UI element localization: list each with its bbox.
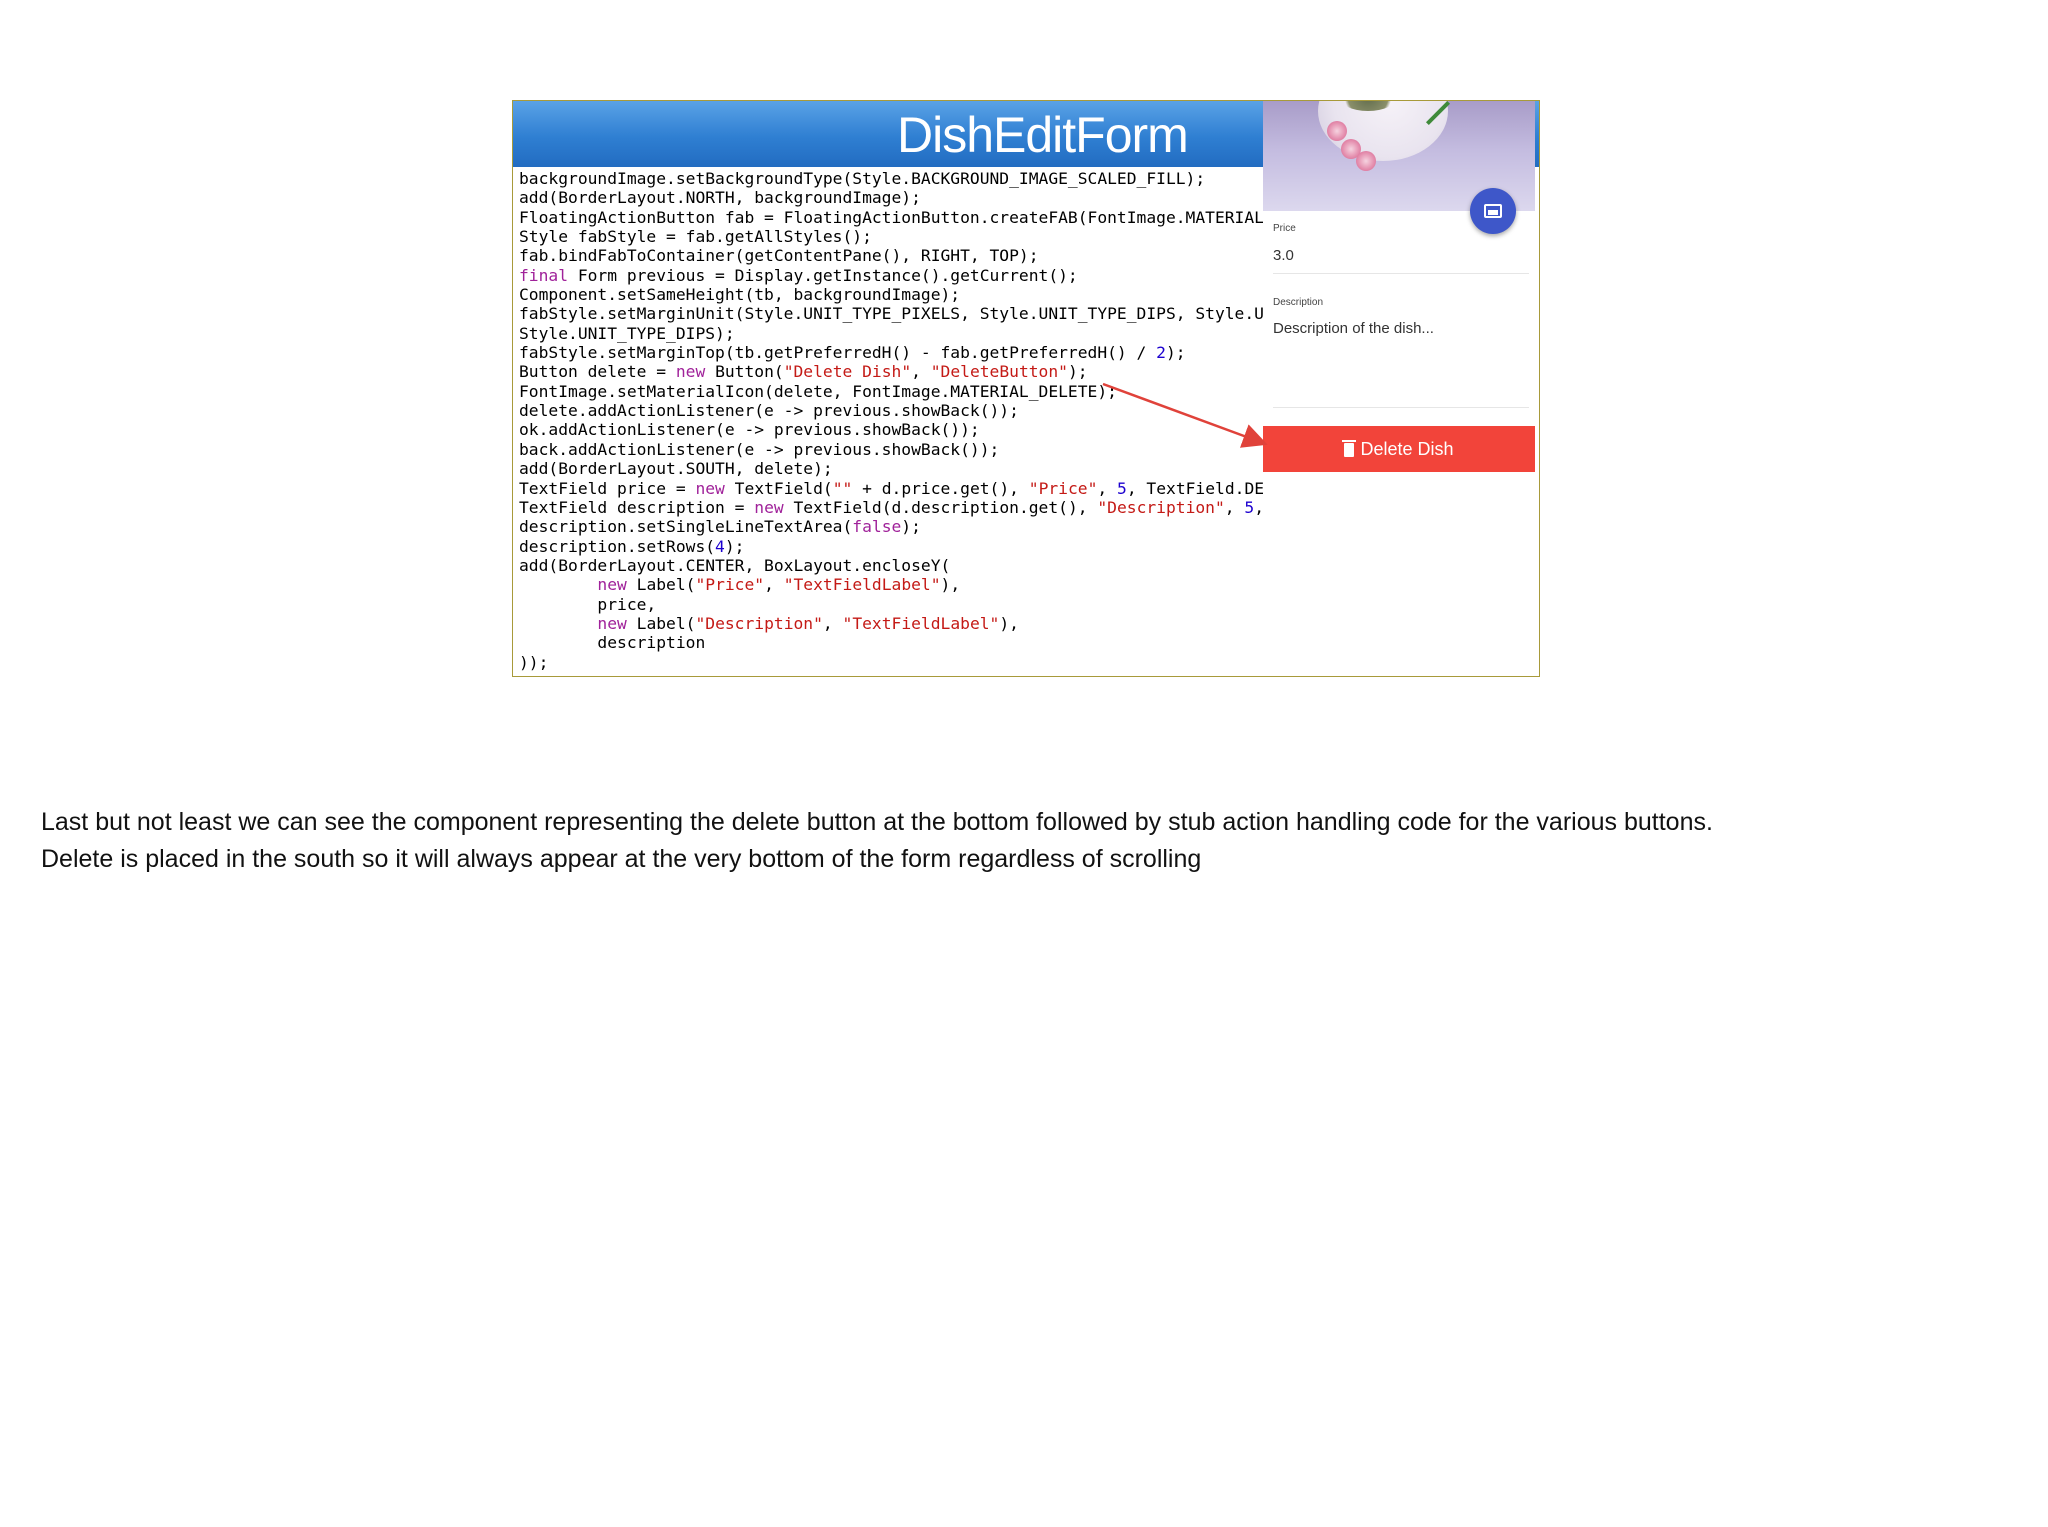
- code-token: + d.price.get(),: [852, 478, 1029, 498]
- code-token: 4: [715, 536, 725, 556]
- code-token: ,: [1097, 478, 1117, 498]
- code-token: back.addActionListener(e -> previous.sho…: [519, 439, 1000, 459]
- code-token: Label(: [626, 575, 696, 595]
- code-token: TextField description =: [519, 497, 755, 517]
- slide-title: DishEditForm: [897, 107, 1189, 163]
- code-token: "DeleteButton": [930, 362, 1068, 382]
- code-token: ),: [999, 613, 1019, 633]
- code-token: fabStyle.setMarginTop(tb.getPreferredH()…: [519, 343, 1157, 363]
- code-token: Button(: [705, 362, 784, 382]
- code-token: "TextFieldLabel": [783, 575, 941, 595]
- code-token: Style fabStyle = fab.getAllStyles();: [519, 227, 872, 247]
- code-token: );: [901, 517, 921, 537]
- price-label: Price: [1273, 223, 1296, 234]
- code-token: ,: [822, 613, 843, 633]
- code-token: FontImage.setMaterialIcon(delete, FontIm…: [519, 381, 1117, 401]
- code-token: ),: [940, 575, 961, 595]
- code-token: new: [754, 497, 784, 517]
- code-token: description: [519, 633, 706, 653]
- code-token: "Price": [1028, 478, 1098, 498]
- trash-icon: [1342, 440, 1357, 457]
- slide-caption: Last but not least we can see the compon…: [41, 804, 2001, 878]
- code-token: );: [724, 536, 745, 556]
- delete-dish-button[interactable]: Delete Dish: [1263, 426, 1535, 472]
- radish-slice: [1356, 151, 1376, 171]
- price-underline: [1273, 273, 1529, 274]
- code-token: ,: [764, 575, 784, 595]
- code-token: TextField price =: [519, 478, 696, 498]
- code-token: );: [1067, 362, 1088, 382]
- description-field[interactable]: Description of the dish...: [1273, 320, 1434, 337]
- code-token: ok.addActionListener(e -> previous.showB…: [519, 420, 980, 440]
- code-token: TextField(: [724, 478, 833, 498]
- code-token: new: [597, 575, 627, 595]
- add-photo-fab[interactable]: [1470, 188, 1516, 234]
- price-field[interactable]: 3.0: [1273, 247, 1294, 264]
- code-token: new: [695, 478, 725, 498]
- code-token: final: [519, 265, 569, 285]
- description-label: Description: [1273, 297, 1324, 308]
- code-token: Button delete =: [519, 362, 676, 382]
- code-token: new: [597, 613, 627, 633]
- code-token: ));: [519, 652, 549, 672]
- code-token: new: [675, 362, 706, 382]
- code-token: "Price": [695, 575, 765, 595]
- code-token: );: [1165, 343, 1186, 363]
- add-photo-icon: [1484, 204, 1502, 218]
- code-token: Form previous = Display.getInstance().ge…: [568, 265, 1078, 285]
- code-token: delete.addActionListener(e -> previous.s…: [519, 401, 1019, 421]
- code-token: Component.setSameHeight(tb, backgroundIm…: [519, 285, 961, 305]
- code-token: "Description": [1097, 497, 1225, 517]
- code-token: 5: [1117, 478, 1127, 498]
- code-token: fab.bindFabToContainer(getContentPane(),…: [519, 246, 1039, 266]
- code-token: 5: [1244, 497, 1255, 517]
- code-token: description.setRows(: [519, 536, 716, 556]
- code-token: add(BorderLayout.SOUTH, delete);: [519, 459, 833, 479]
- code-token: "Description": [695, 613, 823, 633]
- code-token: 2: [1156, 343, 1166, 363]
- code-token: add(BorderLayout.CENTER, BoxLayout.enclo…: [519, 555, 951, 575]
- delete-button-label: Delete Dish: [1360, 438, 1454, 459]
- code-token: "TextFieldLabel": [842, 613, 1000, 633]
- code-token: false: [852, 517, 902, 537]
- caption-line-1: Last but not least we can see the compon…: [41, 808, 1713, 836]
- code-token: Label(: [626, 613, 696, 633]
- code-token: description.setSingleLineTextArea(: [519, 517, 853, 537]
- code-token: "Delete Dish": [783, 362, 912, 382]
- caption-line-2: Delete is placed in the south so it will…: [41, 845, 1202, 873]
- slide-image: DishEditForm backgroundImage.setBackgrou…: [512, 100, 1540, 677]
- code-token: Style.UNIT_TYPE_DIPS);: [519, 323, 735, 343]
- code-token: price,: [519, 594, 657, 614]
- description-underline: [1273, 407, 1529, 408]
- code-token: TextField(d.description.get(),: [783, 497, 1098, 517]
- code-token: add(BorderLayout.NORTH, backgroundImage)…: [519, 188, 921, 208]
- code-token: "": [832, 478, 853, 498]
- code-token: ,: [911, 362, 931, 382]
- code-token: backgroundImage.setBackgroundType(Style.…: [519, 169, 1206, 188]
- radish-slice: [1327, 121, 1347, 141]
- phone-preview: Price 3.0 Description Description of the…: [1263, 101, 1535, 676]
- code-token: ,: [1224, 497, 1245, 517]
